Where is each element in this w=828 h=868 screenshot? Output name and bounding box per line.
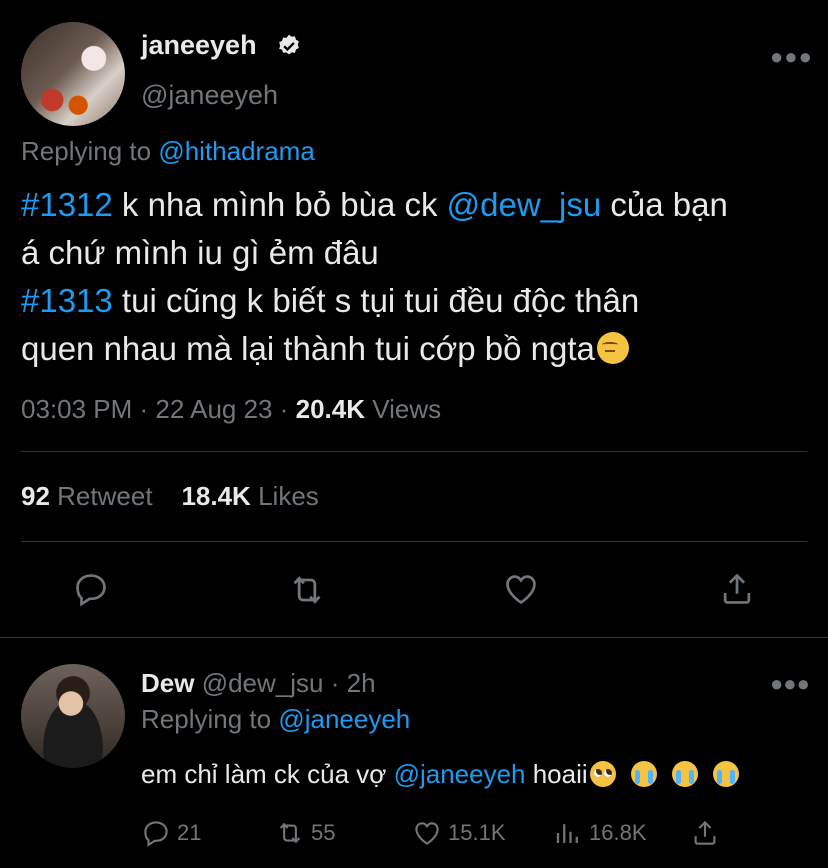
reply-like-button[interactable]: 15.1K xyxy=(412,818,506,848)
reply-author-avatar[interactable] xyxy=(21,664,125,768)
reply-icon[interactable] xyxy=(72,570,110,608)
tweet-meta: 03:03 PM · 22 Aug 23 · 20.4K Views xyxy=(21,394,442,424)
tweet-text-segment: của bạn xyxy=(601,186,728,223)
views-icon xyxy=(556,824,578,843)
retweets-count[interactable]: 92 xyxy=(21,481,50,511)
replying-to-mention[interactable]: @janeeyeh xyxy=(278,704,410,734)
author-display-name[interactable]: janeeyeh xyxy=(141,30,257,61)
hashtag-link[interactable]: #1313 xyxy=(21,282,113,319)
divider xyxy=(0,637,828,638)
pleading-face-icon xyxy=(589,761,616,787)
like-count: 15.1K xyxy=(448,820,506,845)
tweet-text: #1312 k nha mình bỏ bùa ck @dew_jsu của … xyxy=(21,181,821,373)
reply-icon xyxy=(144,821,168,847)
replying-to-mention[interactable]: @hithadrama xyxy=(158,136,314,166)
reply-display-name[interactable]: Dew xyxy=(141,668,194,698)
reply-share-button[interactable] xyxy=(690,818,720,848)
pensive-face-icon xyxy=(596,332,629,364)
tweet-line-2: á chứ mình iu gì ẻm đâu xyxy=(21,234,379,271)
author-avatar[interactable] xyxy=(21,22,125,126)
reply-handle[interactable]: @dew_jsu xyxy=(202,668,324,698)
reply-count: 21 xyxy=(177,820,202,845)
share-icon[interactable] xyxy=(718,570,756,608)
crying-face-icon xyxy=(630,761,657,787)
reply-header: Dew @dew_jsu · 2h xyxy=(141,668,376,699)
reply-retweet-button[interactable]: 55 xyxy=(275,818,335,848)
divider xyxy=(21,541,807,542)
views-label: Views xyxy=(372,394,442,424)
tweet-date[interactable]: 22 Aug 23 xyxy=(155,394,272,424)
engagement-stats: 92 Retweet 18.4K Likes xyxy=(21,481,319,512)
author-handle[interactable]: @janeeyeh xyxy=(141,80,278,111)
retweets-label[interactable]: Retweet xyxy=(57,481,152,511)
tweet-text-segment: k nha mình bỏ bùa ck xyxy=(112,186,447,223)
replying-to: Replying to @hithadrama xyxy=(21,136,315,167)
reply-reply-button[interactable]: 21 xyxy=(141,818,201,848)
more-icon[interactable]: ●●● xyxy=(770,671,810,697)
reply-text: em chỉ làm ck của vợ @janeeyeh hoaii xyxy=(141,759,740,790)
hashtag-link[interactable]: #1312 xyxy=(21,186,113,223)
like-icon[interactable] xyxy=(502,570,540,608)
replying-label: Replying to xyxy=(21,136,152,166)
tweet-line-1: #1312 k nha mình bỏ bùa ck @dew_jsu của … xyxy=(21,181,821,229)
separator: · xyxy=(330,668,340,698)
tweet-time[interactable]: 03:03 PM xyxy=(21,394,132,424)
retweet-icon[interactable] xyxy=(287,570,327,610)
reply-text-segment: hoaii xyxy=(525,759,588,789)
crying-face-icon xyxy=(713,761,740,787)
retweet-count: 55 xyxy=(311,820,336,845)
tweet-text-segment: quen nhau mà lại thành tui cớp bồ ngta xyxy=(21,330,595,367)
reply-views-button[interactable]: 16.8K xyxy=(553,818,647,848)
crying-face-icon xyxy=(672,761,699,787)
view-count: 16.8K xyxy=(589,820,647,845)
verified-badge-icon xyxy=(279,34,299,55)
reply-replying-to: Replying to @janeeyeh xyxy=(141,704,410,735)
likes-label[interactable]: Likes xyxy=(258,481,319,511)
like-icon xyxy=(415,822,439,845)
mention-link[interactable]: @dew_jsu xyxy=(447,186,602,223)
reply-age[interactable]: 2h xyxy=(347,668,376,698)
divider xyxy=(21,451,807,452)
replying-label: Replying to xyxy=(141,704,272,734)
tweet-line-3: #1313 tui cũng k biết s tụi tui đều độc … xyxy=(21,277,821,325)
retweet-icon xyxy=(279,822,301,844)
views-count: 20.4K xyxy=(295,394,366,424)
tweet-line-4: quen nhau mà lại thành tui cớp bồ ngta xyxy=(21,325,821,373)
tweet-text-segment: tui cũng k biết s tụi tui đều độc thân xyxy=(112,282,640,319)
reply-text-segment: em chỉ làm ck của vợ xyxy=(141,759,394,789)
share-icon xyxy=(694,820,716,845)
mention-link[interactable]: @janeeyeh xyxy=(394,759,526,789)
more-icon[interactable]: ●●● xyxy=(770,44,813,70)
likes-count[interactable]: 18.4K xyxy=(181,481,250,511)
